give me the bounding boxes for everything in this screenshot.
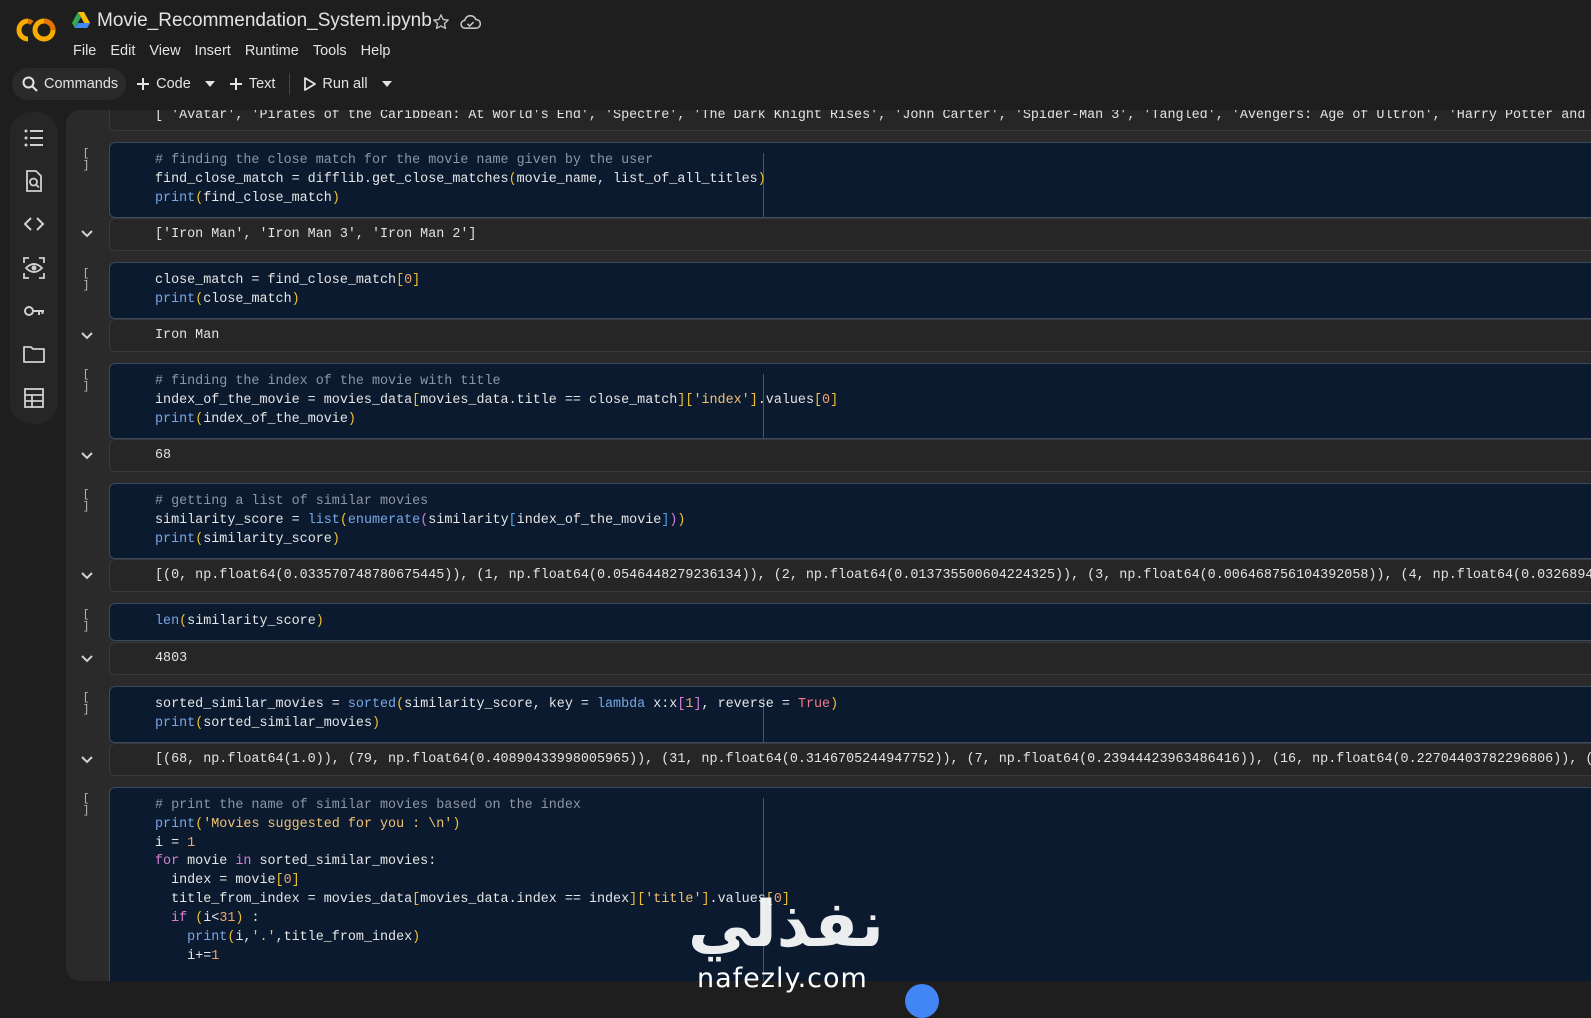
notebook-area: [ 'Avatar', 'Pirates of the Caribbean: A… [66,110,1591,981]
code-line: print(i,'.',title_from_index) [155,930,421,945]
menu-file[interactable]: File [73,41,103,61]
code-line: index_of_the_movie = movies_data[movies_… [155,393,839,408]
cell-output: Iron Man [109,319,1591,352]
output-text: Iron Man [155,328,220,343]
watermark-url: nafezly.com [697,963,868,994]
run-cell-button[interactable]: [ ] [79,692,93,716]
output-text: [ 'Avatar', 'Pirates of the Caribbean: A… [155,110,1591,123]
search-icon [22,76,38,92]
code-line: find_close_match = difflib.get_close_mat… [155,172,766,187]
run-all-button[interactable]: Run all [294,68,377,100]
app-header: Movie_Recommendation_System.ipynb File E… [0,0,1591,66]
code-line: i+=1 [155,949,220,964]
code-line: # finding the index of the movie with ti… [155,374,501,389]
menu-runtime[interactable]: Runtime [238,41,306,61]
cell-output: [(0, np.float64(0.033570748780675445)), … [109,559,1591,592]
collapse-output-chevron-icon[interactable] [81,655,93,663]
collapse-output-chevron-icon[interactable] [81,230,93,238]
code-cell[interactable]: # finding the index of the movie with ti… [109,363,1591,439]
collapse-output-chevron-icon[interactable] [81,756,93,764]
toolbar: Commands Code Text Run all [12,68,396,100]
side-rail [10,112,58,424]
notebook-title[interactable]: Movie_Recommendation_System.ipynb [97,10,432,32]
code-cell[interactable]: close_match = find_close_match[0] print(… [109,262,1591,319]
output-text: ['Iron Man', 'Iron Man 3', 'Iron Man 2'] [155,227,477,242]
cell-output: 4803 [109,642,1591,675]
run-cell-button[interactable]: [ ] [79,793,93,817]
code-line: i = 1 [155,836,196,851]
toolbar-divider [289,73,291,95]
text-label: Text [248,76,276,92]
cloud-saved-icon[interactable] [460,14,481,31]
code-line: len(similarity_score) [155,614,324,629]
code-line: for movie in sorted_similar_movies: [155,854,437,869]
code-line: if (i<31) : [155,911,260,926]
run-cell-button[interactable]: [ ] [79,148,93,172]
add-text-button[interactable]: Text [219,68,286,100]
code-line: # getting a list of similar movies [155,494,429,509]
code-label: Code [156,76,191,92]
code-cell[interactable]: sorted_similar_movies = sorted(similarit… [109,686,1591,743]
code-line: # print the name of similar movies based… [155,798,581,813]
collapse-output-chevron-icon[interactable] [81,332,93,340]
watermark-arabic: نفذلي [688,888,884,962]
code-line: close_match = find_close_match[0] [155,273,421,288]
code-line: print(close_match) [155,292,300,307]
code-dropdown-button[interactable] [201,68,219,100]
output-text: 4803 [155,651,188,666]
code-line: print(index_of_the_movie) [155,412,356,427]
code-line: sorted_similar_movies = sorted(similarit… [155,697,839,712]
menu-tools[interactable]: Tools [306,41,354,61]
colab-logo-icon[interactable] [14,16,58,44]
find-replace-icon[interactable] [23,170,45,192]
variables-inspector-icon[interactable] [23,257,45,279]
run-cell-button[interactable]: [ ] [79,268,93,292]
secrets-key-icon[interactable] [23,300,45,322]
plus-icon [137,78,150,90]
cell-output: ['Iron Man', 'Iron Man 3', 'Iron Man 2'] [109,218,1591,251]
star-icon[interactable] [432,13,450,31]
code-line: print('Movies suggested for you : \n') [155,817,461,832]
cell-output: [ 'Avatar', 'Pirates of the Caribbean: A… [109,110,1591,131]
caret-down-icon [204,81,215,87]
code-line: # finding the close match for the movie … [155,153,654,168]
google-drive-icon[interactable] [72,12,90,29]
data-table-icon[interactable] [23,387,45,409]
menu-insert[interactable]: Insert [188,41,238,61]
plus-icon [229,78,242,90]
menu-edit[interactable]: Edit [103,41,142,61]
table-of-contents-icon[interactable] [23,127,45,149]
menu-bar: File Edit View Insert Runtime Tools Help [73,41,398,61]
caret-down-icon [381,81,392,87]
run-cell-button[interactable]: [ ] [79,369,93,393]
scroll-to-top-button[interactable] [905,984,939,1018]
run-cell-button[interactable]: [ ] [79,489,93,513]
output-text: [(68, np.float64(1.0)), (79, np.float64(… [155,752,1591,767]
commands-label: Commands [44,76,119,92]
cell-output: [(68, np.float64(1.0)), (79, np.float64(… [109,743,1591,776]
collapse-output-chevron-icon[interactable] [81,452,93,460]
run-all-label: Run all [322,76,368,92]
collapse-output-chevron-icon[interactable] [81,572,93,580]
code-line: index = movie[0] [155,873,300,888]
code-line: print(similarity_score) [155,532,340,547]
commands-button[interactable]: Commands [12,68,127,100]
code-snippets-icon[interactable] [23,213,45,235]
code-line: print(find_close_match) [155,191,340,206]
files-folder-icon[interactable] [23,343,45,365]
run-cell-button[interactable]: [ ] [79,609,93,633]
play-icon [304,77,317,91]
cell-output: 68 [109,439,1591,472]
add-code-button[interactable]: Code [126,68,201,100]
code-line: similarity_score = list(enumerate(simila… [155,513,686,528]
code-cell[interactable]: # finding the close match for the movie … [109,142,1591,218]
code-line: print(sorted_similar_movies) [155,716,381,731]
output-text: [(0, np.float64(0.033570748780675445)), … [155,568,1591,583]
code-cell[interactable]: len(similarity_score) [109,603,1591,641]
code-cell[interactable]: # getting a list of similar movies simil… [109,483,1591,559]
menu-help[interactable]: Help [354,41,398,61]
menu-view[interactable]: View [142,41,187,61]
run-all-dropdown-button[interactable] [378,68,396,100]
output-text: 68 [155,448,172,463]
